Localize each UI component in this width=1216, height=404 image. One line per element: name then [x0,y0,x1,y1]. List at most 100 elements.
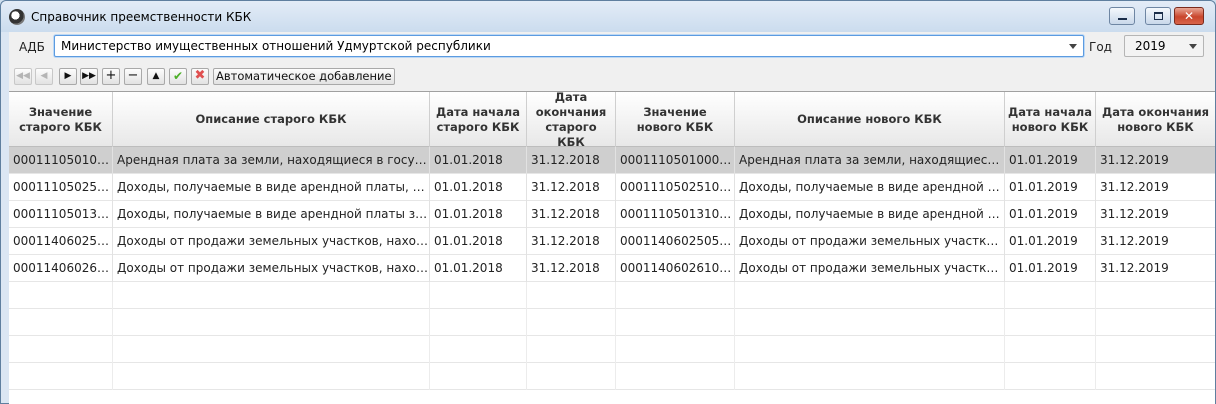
table-cell[interactable]: 31.12.2019 [1096,255,1215,282]
column-header[interactable]: Дата начала нового КБК [1005,92,1096,147]
table-cell[interactable]: 01.01.2019 [1005,255,1096,282]
table-cell[interactable]: 01.01.2018 [430,147,527,174]
table-cell[interactable]: 0001140602505... [9,228,113,255]
table-cell[interactable]: 01.01.2018 [430,228,527,255]
table-cell[interactable]: Доходы от продажи земельных участков, на… [735,228,1005,255]
empty-cell [430,282,527,309]
year-select[interactable]: 2019 [1124,35,1204,57]
empty-cell [735,363,1005,390]
table-cell[interactable]: 000114060261000... [616,255,735,282]
column-header[interactable]: Значение нового КБК [616,92,735,147]
close-icon: ✕ [1183,9,1195,23]
empty-row [9,282,1215,309]
table-cell[interactable]: 01.01.2019 [1005,228,1096,255]
next-record-button[interactable]: ▶ [59,68,77,85]
table-cell[interactable]: 31.12.2018 [527,147,616,174]
maximize-button[interactable] [1145,7,1171,25]
empty-cell [735,282,1005,309]
table-cell[interactable]: 000111050100000... [616,147,735,174]
table-cell[interactable]: Доходы от продажи земельных участков, на… [113,228,430,255]
empty-cell [1096,309,1215,336]
table-cell[interactable]: Доходы, получаемые в виде арендной платы… [735,201,1005,228]
empty-cell [113,336,430,363]
adb-label: АДБ [19,40,45,54]
table-cell[interactable]: 01.01.2019 [1005,174,1096,201]
table-cell[interactable]: 0001140602610... [9,255,113,282]
table-cell[interactable]: 31.12.2018 [527,201,616,228]
year-select-value: 2019 [1135,39,1166,53]
add-record-button[interactable]: + [102,68,120,85]
empty-cell [616,336,735,363]
table-header: Значение старого КБК Описание старого КБ… [9,92,1215,149]
empty-cell [1096,363,1215,390]
empty-cell [527,282,616,309]
empty-cell [9,363,113,390]
table-cell[interactable]: Доходы от продажи земельных участков, на… [735,255,1005,282]
auto-add-button[interactable]: Автоматическое добавление [213,68,395,85]
column-header[interactable]: Описание старого КБК [113,92,430,147]
last-record-icon: ▶▶ [82,71,96,81]
table-cell[interactable]: 31.12.2019 [1096,201,1215,228]
plus-icon: + [105,68,117,83]
table-cell[interactable]: 0001110501000... [9,147,113,174]
column-header[interactable]: Описание нового КБК [735,92,1005,147]
window-title: Справочник преемственности КБК [31,10,252,24]
table-cell[interactable]: Доходы, получаемые в виде арендной платы… [113,174,430,201]
empty-cell [735,309,1005,336]
empty-cell [527,336,616,363]
table-cell[interactable]: 31.12.2018 [527,228,616,255]
empty-row [9,309,1215,336]
delete-record-button[interactable]: − [124,68,142,85]
close-button[interactable]: ✕ [1174,7,1204,25]
next-record-icon: ▶ [64,71,72,81]
table-cell[interactable]: 000111050131000... [616,201,735,228]
table-row[interactable]: 0001110501310... Доходы, получаемые в ви… [9,201,1215,228]
table-cell[interactable]: 000114060250500... [616,228,735,255]
table-cell[interactable]: 31.12.2019 [1096,228,1215,255]
empty-cell [616,309,735,336]
org-select[interactable]: Министерство имущественных отношений Удм… [54,35,1084,57]
table-cell[interactable]: 000111050251000... [616,174,735,201]
table-cell[interactable]: Доходы от продажи земельных участков, на… [113,255,430,282]
table-cell[interactable]: 01.01.2018 [430,174,527,201]
year-label: Год [1089,40,1112,54]
column-header[interactable]: Значение старого КБК [9,92,113,147]
minimize-icon [1118,18,1127,20]
empty-cell [1005,282,1096,309]
minimize-button[interactable] [1109,7,1135,25]
table-cell[interactable]: Доходы, получаемые в виде арендной платы… [113,201,430,228]
table-cell[interactable]: 01.01.2019 [1005,147,1096,174]
column-header[interactable]: Дата окончания нового КБК [1096,92,1215,147]
filter-row: АДБ Министерство имущественных отношений… [9,32,1215,62]
chevron-down-icon [1189,44,1197,49]
table-cell[interactable]: 31.12.2019 [1096,147,1215,174]
empty-cell [1005,336,1096,363]
table-cell[interactable]: 31.12.2019 [1096,174,1215,201]
prev-record-button[interactable]: ◀ [35,68,53,85]
table-row[interactable]: 0001110501000... Арендная плата за земли… [9,147,1215,174]
first-record-button[interactable]: ◀◀ [14,68,32,85]
table-cell[interactable]: 31.12.2018 [527,174,616,201]
table-cell[interactable]: Арендная плата за земли, находящиеся в г… [113,147,430,174]
table-row[interactable]: 0001140602505... Доходы от продажи земел… [9,228,1215,255]
table-cell[interactable]: Арендная плата за земли, находящиеся в г… [735,147,1005,174]
column-header[interactable]: Дата окончания старого КБК [527,92,616,149]
edit-record-button[interactable]: ▲ [147,68,165,85]
navigator-toolbar: ◀◀ ◀ ▶ ▶▶ + − ▲ ✔ ✖ Автоматическое добав… [9,66,1215,88]
empty-cell [1096,282,1215,309]
table-cell[interactable]: 01.01.2018 [430,201,527,228]
table-cell[interactable]: 01.01.2018 [430,255,527,282]
table-row[interactable]: 0001110502510... Доходы, получаемые в ви… [9,174,1215,201]
table-row[interactable]: 0001140602610... Доходы от продажи земел… [9,255,1215,282]
empty-cell [9,309,113,336]
last-record-button[interactable]: ▶▶ [80,68,98,85]
cancel-edit-button[interactable]: ✖ [191,68,209,85]
table-cell[interactable]: 0001110502510... [9,174,113,201]
checkmark-icon: ✔ [172,69,184,83]
apply-button[interactable]: ✔ [169,68,187,85]
column-header[interactable]: Дата начала старого КБК [430,92,527,147]
table-cell[interactable]: 01.01.2019 [1005,201,1096,228]
table-cell[interactable]: 31.12.2018 [527,255,616,282]
table-cell[interactable]: 0001110501310... [9,201,113,228]
table-cell[interactable]: Доходы, получаемые в виде арендной платы… [735,174,1005,201]
